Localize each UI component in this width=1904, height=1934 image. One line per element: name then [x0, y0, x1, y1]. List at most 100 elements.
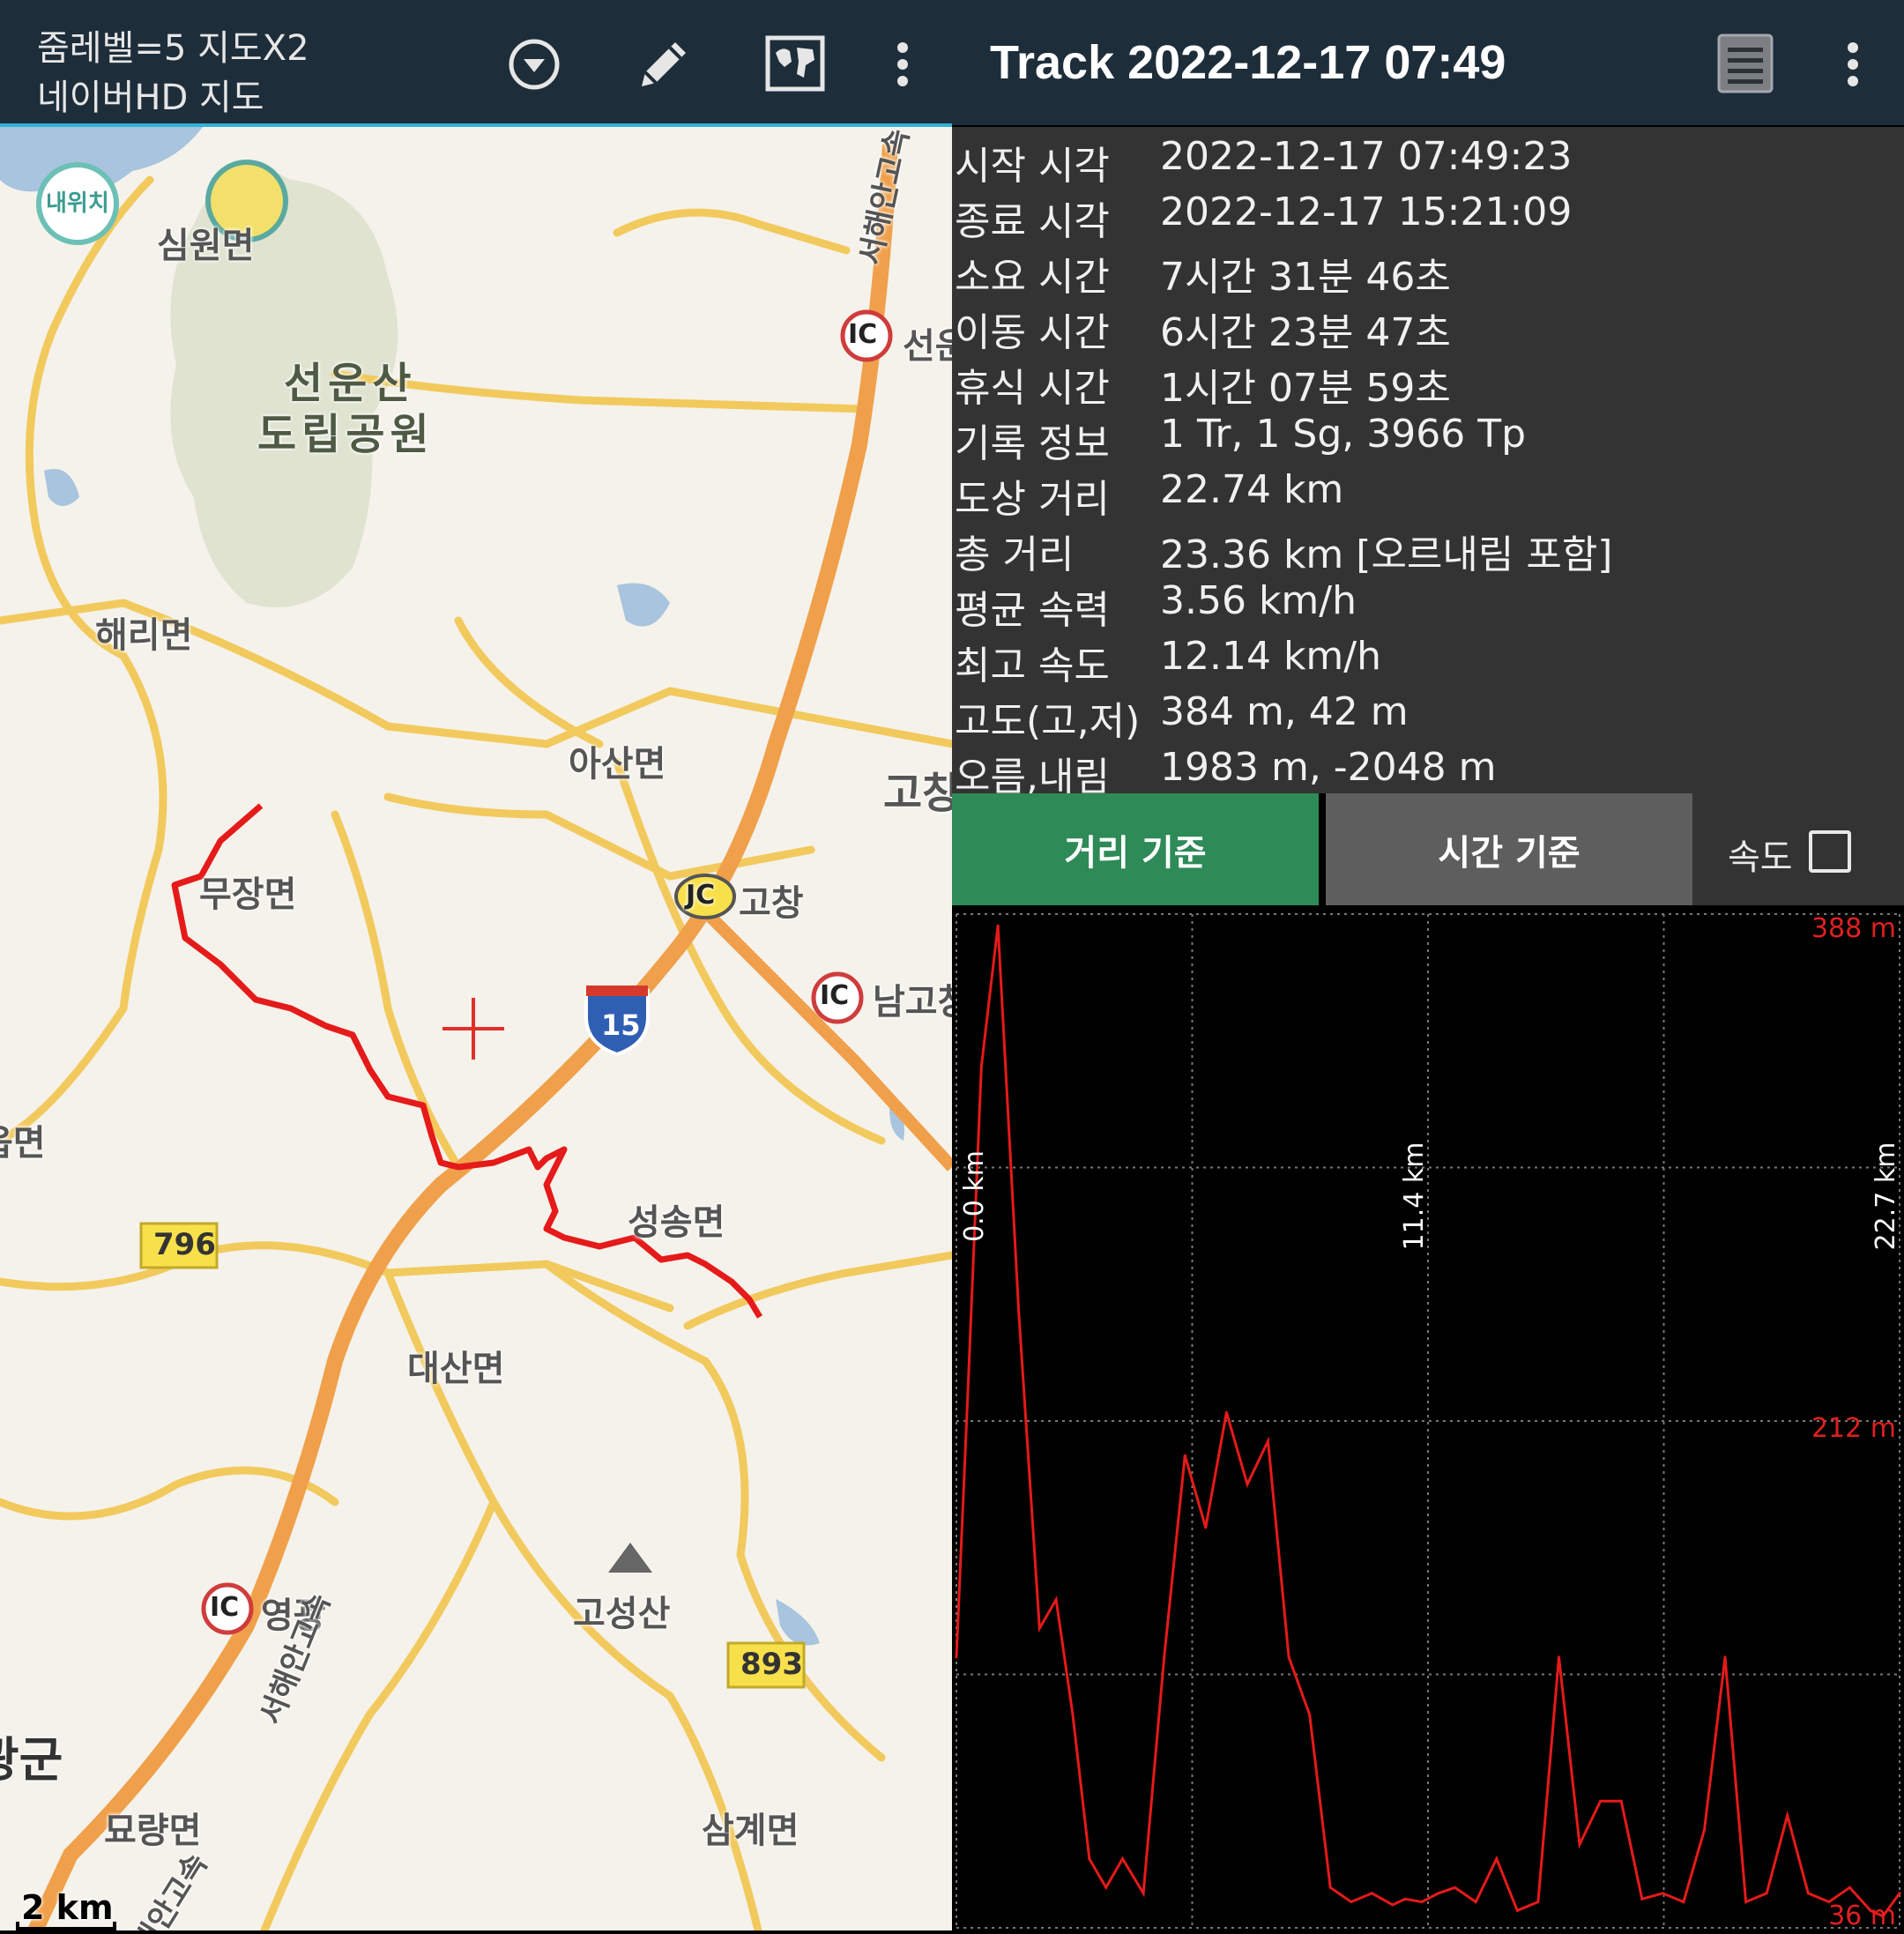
chart-point — [1391, 1903, 1395, 1907]
pencil-icon[interactable] — [631, 32, 695, 95]
label-park-line1: 선운산 — [284, 359, 417, 408]
route-15-label: 15 — [601, 1008, 641, 1042]
stat-key: 고도(고,저) — [955, 699, 1141, 744]
chart-point — [1287, 1655, 1290, 1659]
chart-point — [979, 1065, 983, 1068]
label-park-line2: 도립공원 — [257, 410, 435, 459]
mountain-icon — [608, 1543, 652, 1573]
chart-point — [1403, 1897, 1407, 1901]
chart-x-tick-label: 22.7 km — [1871, 1142, 1901, 1251]
chart-point — [1163, 1655, 1166, 1659]
chart-point — [1204, 1526, 1208, 1529]
chart-point — [996, 924, 1000, 927]
ic-marker-namgochang: IC — [820, 980, 850, 1011]
chart-point — [1328, 1886, 1332, 1889]
chart-point — [1848, 1886, 1851, 1889]
chart-point — [1104, 1886, 1108, 1889]
chart-point — [1121, 1857, 1125, 1861]
map-view[interactable]: 내위치 심원면 선운산 도립공원 해리면 아산면 무장면 고창 고창 남고창 성… — [0, 127, 952, 1930]
top-toolbar: 줌레벨=5 지도X2 네이버HD 지도 Track 2022-12-17 07:… — [0, 0, 1904, 125]
chart-point — [1619, 1799, 1623, 1803]
stat-value: 7시간 31분 46초 — [1160, 255, 1451, 300]
stat-key: 시작 시각 — [955, 144, 1110, 189]
chart-point — [1661, 1892, 1664, 1895]
stat-key: 도상 거리 — [955, 477, 1110, 522]
chart-point — [1723, 1655, 1727, 1659]
stat-key: 기록 정보 — [955, 421, 1110, 466]
my-location-label[interactable]: 내위치 — [46, 185, 109, 218]
label-daesan: 대산면 — [407, 1349, 505, 1389]
chart-point — [967, 1367, 971, 1371]
layer-dropdown-icon[interactable] — [507, 37, 562, 92]
map-canvas[interactable] — [0, 127, 952, 1930]
label-samgye: 삼계면 — [702, 1811, 800, 1851]
chart-point — [1370, 1892, 1373, 1895]
stat-key: 종료 시각 — [955, 199, 1110, 244]
stat-value: 3.56 km/h — [1160, 578, 1357, 623]
chart-point — [1142, 1892, 1145, 1895]
chart-y-tick-label: 36 m — [1828, 1901, 1896, 1930]
tab-time-basis[interactable]: 시간 기준 — [1326, 793, 1692, 905]
chart-point — [1898, 1892, 1901, 1895]
chart-point — [1183, 1454, 1186, 1457]
chart-y-tick-label: 212 m — [1811, 1413, 1896, 1444]
stat-value: 1983 m, -2048 m — [1160, 745, 1497, 790]
label-asan: 아산면 — [569, 744, 666, 785]
minor-roads — [0, 175, 952, 1930]
track-more-icon[interactable] — [1842, 41, 1863, 88]
stat-value: 23.36 km [오르내림 포함] — [1160, 532, 1613, 577]
stat-key: 최고 속도 — [955, 643, 1110, 688]
chart-point — [1515, 1908, 1519, 1912]
chart-point — [1557, 1655, 1560, 1659]
stat-value: 1시간 07분 59초 — [1160, 366, 1451, 411]
chart-point — [1054, 1598, 1058, 1602]
chart-point — [1765, 1892, 1768, 1895]
ic-marker-yeonggwang: IC — [210, 1592, 240, 1623]
tab-distance-basis[interactable]: 거리 기준 — [952, 793, 1319, 905]
list-icon[interactable] — [1717, 33, 1774, 93]
chart-point — [1038, 1626, 1041, 1630]
label-gochang: 고창 — [739, 883, 804, 924]
chart-point — [1071, 1713, 1075, 1716]
chart-x-tick-label: 0.0 km — [959, 1150, 990, 1242]
stat-value: 2022-12-17 07:49:23 — [1160, 134, 1573, 179]
chart-point — [1682, 1901, 1685, 1904]
chart-point — [1088, 1857, 1091, 1861]
label-gochang-partial: 고창 — [883, 769, 952, 818]
chart-point — [1536, 1901, 1540, 1904]
reservoir — [776, 1599, 820, 1646]
stat-key: 소요 시간 — [955, 255, 1110, 300]
map-source-text[interactable]: 네이버HD 지도 — [37, 69, 264, 120]
label-seongsong: 성송면 — [628, 1202, 725, 1243]
chart-point — [1017, 1310, 1021, 1313]
chart-point — [1308, 1713, 1312, 1716]
chart-point — [1599, 1799, 1603, 1803]
chart-point — [1224, 1410, 1228, 1414]
chart-point — [1454, 1886, 1457, 1889]
chart-point — [1495, 1857, 1499, 1861]
label-simwon: 심원면 — [157, 226, 255, 266]
chart-point — [1420, 1901, 1424, 1904]
chart-point — [1806, 1892, 1810, 1895]
stat-value: 384 m, 42 m — [1160, 689, 1409, 734]
stat-key: 이동 시간 — [955, 310, 1110, 355]
chart-point — [1350, 1901, 1353, 1904]
stat-value: 2022-12-17 15:21:09 — [1160, 190, 1573, 234]
chart-point — [1702, 1828, 1706, 1832]
stat-value: 1 Tr, 1 Sg, 3966 Tp — [1160, 412, 1527, 457]
chart-point — [955, 1655, 958, 1659]
chart-point — [1640, 1897, 1644, 1901]
reservoir — [44, 469, 79, 506]
world-map-icon[interactable] — [765, 35, 825, 92]
stat-value: 22.74 km — [1160, 467, 1344, 512]
speed-checkbox[interactable] — [1809, 830, 1851, 873]
label-gosungsan: 고성산 — [573, 1594, 671, 1634]
label-eup: 읍면 — [0, 1123, 46, 1164]
chart-point — [1578, 1842, 1581, 1846]
map-more-icon[interactable] — [892, 41, 913, 88]
label-seonun-ic: 선운 — [903, 326, 952, 367]
scale-label: 2 km — [21, 1888, 114, 1927]
chart-x-tick-label: 11.4 km — [1399, 1142, 1430, 1251]
stat-value: 12.14 km/h — [1160, 634, 1382, 679]
speed-toggle-area — [1692, 793, 1904, 905]
